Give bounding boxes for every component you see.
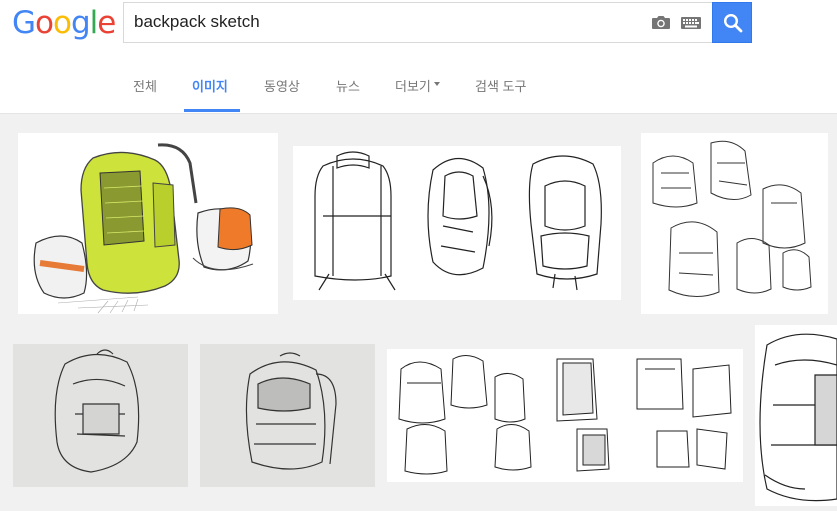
backpack-sketch-image — [54, 349, 140, 473]
image-result-thumbnail[interactable] — [387, 349, 743, 482]
backpack-sketch-image — [314, 151, 602, 291]
header: Google — [0, 0, 837, 52]
tab-videos[interactable]: 동영상 — [264, 76, 300, 95]
logo-letter: o — [35, 5, 54, 41]
backpack-sketch-image — [759, 333, 837, 502]
google-logo[interactable]: Google — [12, 4, 116, 42]
image-result-thumbnail[interactable] — [293, 146, 621, 300]
image-result-thumbnail[interactable] — [13, 344, 188, 487]
tab-all[interactable]: 전체 — [133, 76, 157, 95]
logo-letter: g — [70, 5, 91, 41]
backpack-sketch-image — [33, 143, 254, 314]
search-button[interactable] — [712, 2, 752, 43]
backpack-sketch-image — [245, 352, 337, 470]
image-result-thumbnail[interactable] — [200, 344, 375, 487]
tab-search-tools[interactable]: 검색 도구 — [475, 76, 526, 95]
logo-letter: e — [97, 5, 116, 41]
search-box — [123, 2, 712, 43]
search-tabs: 전체 이미지 동영상 뉴스 더보기 검색 도구 — [0, 52, 837, 114]
active-tab-indicator — [184, 109, 240, 112]
image-result-thumbnail[interactable] — [641, 133, 828, 314]
chevron-down-icon — [433, 81, 440, 86]
logo-letter: l — [89, 5, 99, 41]
tab-more[interactable]: 더보기 — [395, 76, 440, 95]
search-icon — [723, 13, 743, 33]
tab-images[interactable]: 이미지 — [192, 76, 228, 95]
logo-letter: o — [53, 5, 72, 41]
backpack-sketch-image — [398, 355, 732, 475]
image-result-thumbnail[interactable] — [755, 325, 837, 506]
tab-more-label: 더보기 — [395, 79, 431, 94]
image-result-thumbnail[interactable] — [18, 133, 278, 314]
tab-news[interactable]: 뉴스 — [336, 76, 360, 95]
camera-icon[interactable] — [651, 15, 671, 30]
backpack-sketch-image — [652, 140, 812, 297]
search-input[interactable] — [134, 9, 634, 35]
logo-letter: G — [12, 5, 36, 41]
keyboard-icon[interactable] — [681, 17, 701, 29]
